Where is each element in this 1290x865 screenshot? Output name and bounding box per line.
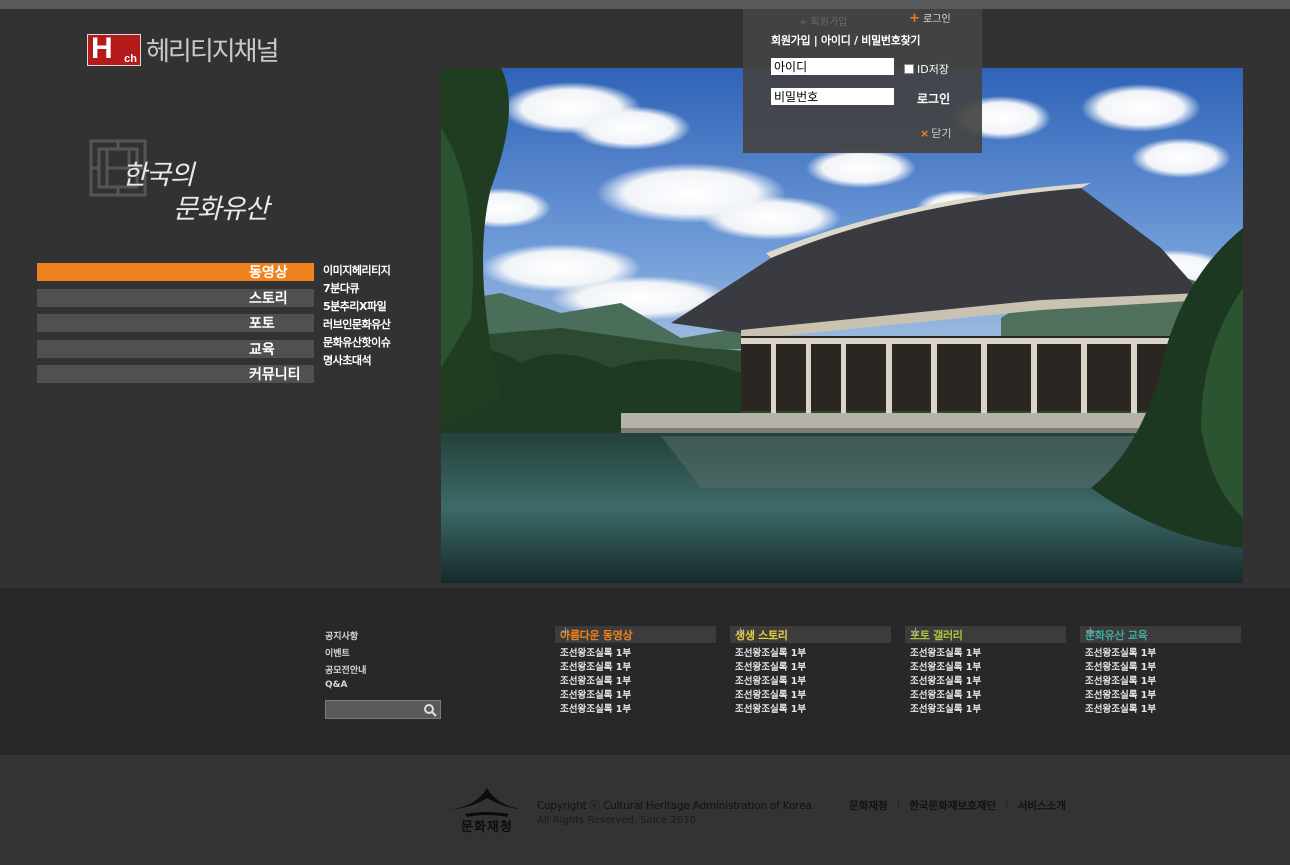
more-icon[interactable]: + [735, 625, 887, 640]
list-item[interactable]: 조선왕조실록 1부 [730, 703, 891, 717]
list-item[interactable]: 조선왕조실록 1부 [555, 647, 716, 661]
list-item[interactable]: 조선왕조실록 1부 [905, 661, 1066, 675]
separator: | [1005, 798, 1009, 810]
nav-label: 커뮤니티 [249, 367, 301, 383]
footer-link-foundation[interactable]: 한국문화재보호재단 [909, 798, 996, 813]
list-item[interactable]: 조선왕조실록 1부 [905, 689, 1066, 703]
quick-link-contest[interactable]: 공모전안내 [325, 663, 366, 680]
more-icon[interactable]: + [910, 625, 1062, 640]
list-item[interactable]: 조선왕조실록 1부 [730, 647, 891, 661]
login-popup: + 회원가입 + 로그인 회원가입 | 아이디 / 비밀번호찾기 ID저장 로그… [743, 9, 982, 153]
checkbox-box[interactable] [904, 64, 914, 74]
column-photo: 포토 갤러리 + 조선왕조실록 1부 조선왕조실록 1부 조선왕조실록 1부 조… [905, 625, 1066, 717]
list-item[interactable]: 조선왕조실록 1부 [555, 689, 716, 703]
list-item[interactable]: 조선왕조실록 1부 [905, 647, 1066, 661]
logo-sub: ch [124, 52, 137, 65]
title-calligraphy: 한국의 문화유산 [89, 139, 279, 239]
nav-label: 교육 [249, 341, 275, 358]
list-item[interactable]: 조선왕조실록 1부 [730, 689, 891, 703]
nav-item-story[interactable]: 스토리 [37, 288, 314, 307]
nav-label: 포토 [249, 316, 275, 332]
faded-label: + 회원가입 [799, 17, 848, 28]
subnav-item[interactable]: 명사초대석 [323, 354, 390, 372]
subnav-item[interactable]: 5분추리X파일 [323, 300, 390, 318]
quick-link-notice[interactable]: 공지사항 [325, 629, 366, 646]
search-icon[interactable] [423, 703, 437, 717]
site-name: 헤리티지채널 [146, 37, 280, 67]
nav-item-video[interactable]: 동영상 [37, 263, 314, 281]
quick-links: 공지사항 이벤트 공모전안내 Q&A [325, 629, 366, 697]
list-item[interactable]: 조선왕조실록 1부 [1080, 703, 1241, 717]
footer: 문화재청 Copyright ⓒ Cultural Heritage Admin… [0, 755, 1290, 865]
save-id-checkbox[interactable]: ID저장 [904, 61, 949, 77]
column-header: 포토 갤러리 + [905, 625, 1066, 643]
subnav-item[interactable]: 문화유산핫이슈 [323, 336, 391, 354]
nav-label: 동영상 [249, 265, 288, 281]
top-login-link[interactable]: + 로그인 [909, 10, 951, 26]
list-item[interactable]: 조선왕조실록 1부 [1080, 661, 1241, 675]
list-item[interactable]: 조선왕조실록 1부 [905, 675, 1066, 689]
plus-icon: + [909, 11, 920, 26]
footer-link-cha[interactable]: 문화재청 [849, 798, 888, 813]
subnav-item[interactable]: 7분다큐 [323, 282, 390, 300]
sub-nav: 이미지헤리티지 7분다큐 5분추리X파일 러브인문화유산 문화유산핫이슈 명사초… [323, 264, 391, 372]
nav-item-education[interactable]: 교육 [37, 339, 314, 358]
column-header: 문화유산 교육 + [1080, 625, 1241, 643]
nav-item-community[interactable]: 커뮤니티 [37, 365, 314, 383]
list-item[interactable]: 조선왕조실록 1부 [555, 675, 716, 689]
account-links[interactable]: 회원가입 | 아이디 / 비밀번호찾기 [771, 32, 921, 48]
column-header: 아름다운 동영상 + [555, 625, 716, 643]
logo-mark: H ch [87, 31, 141, 66]
content-band: 공지사항 이벤트 공모전안내 Q&A 아름다운 동영상 + 조선왕조실록 1부 … [0, 588, 1290, 755]
list-item[interactable]: 조선왕조실록 1부 [1080, 689, 1241, 703]
rights-reserved: All Rights Reserved. Since 2010 [537, 815, 696, 826]
list-item[interactable]: 조선왕조실록 1부 [555, 661, 716, 675]
quick-link-qa[interactable]: Q&A [325, 680, 366, 697]
column-story: 생생 스토리 + 조선왕조실록 1부 조선왕조실록 1부 조선왕조실록 1부 조… [730, 625, 891, 717]
list-item[interactable]: 조선왕조실록 1부 [1080, 647, 1241, 661]
top-login-label: 로그인 [923, 14, 951, 25]
list-item[interactable]: 조선왕조실록 1부 [555, 703, 716, 717]
login-button[interactable]: 로그인 [917, 90, 950, 107]
column-header: 생생 스토리 + [730, 625, 891, 643]
column-video: 아름다운 동영상 + 조선왕조실록 1부 조선왕조실록 1부 조선왕조실록 1부… [555, 625, 716, 717]
nav-label: 스토리 [249, 290, 288, 307]
more-icon[interactable]: + [560, 625, 712, 640]
top-strip [0, 0, 1290, 9]
close-button[interactable]: × 닫기 [920, 125, 951, 141]
search-input[interactable] [325, 700, 441, 719]
close-icon: × [920, 127, 930, 140]
nav-item-photo[interactable]: 포토 [37, 314, 314, 332]
list-item[interactable]: 조선왕조실록 1부 [730, 661, 891, 675]
password-input[interactable] [771, 88, 894, 105]
list-item[interactable]: 조선왕조실록 1부 [1080, 675, 1241, 689]
id-input[interactable] [771, 58, 894, 75]
title-line-2: 문화유산 [173, 194, 269, 225]
list-item[interactable]: 조선왕조실록 1부 [905, 703, 1066, 717]
separator: | [896, 798, 901, 810]
logo-letter: H [91, 31, 113, 65]
main-nav: 동영상 스토리 포토 교육 커뮤니티 [37, 263, 314, 391]
cha-logo-text: 문화재청 [461, 820, 513, 835]
list-item[interactable]: 조선왕조실록 1부 [730, 675, 891, 689]
subnav-item[interactable]: 러브인문화유산 [323, 318, 391, 336]
cha-logo[interactable]: 문화재청 [447, 784, 527, 835]
copyright: Copyright ⓒ Cultural Heritage Administra… [537, 800, 815, 812]
column-education: 문화유산 교육 + 조선왕조실록 1부 조선왕조실록 1부 조선왕조실록 1부 … [1080, 625, 1241, 717]
site-logo[interactable]: H ch 헤리티지채널 [87, 31, 280, 68]
close-label: 닫기 [931, 127, 952, 140]
subnav-item[interactable]: 이미지헤리티지 [323, 264, 391, 282]
quick-link-event[interactable]: 이벤트 [325, 646, 366, 663]
footer-links: 문화재청 | 한국문화재보호재단 | 서비스소개 [849, 798, 1066, 813]
save-id-label: ID저장 [917, 63, 949, 76]
footer-link-about[interactable]: 서비스소개 [1018, 798, 1066, 813]
more-icon[interactable]: + [1085, 625, 1237, 640]
